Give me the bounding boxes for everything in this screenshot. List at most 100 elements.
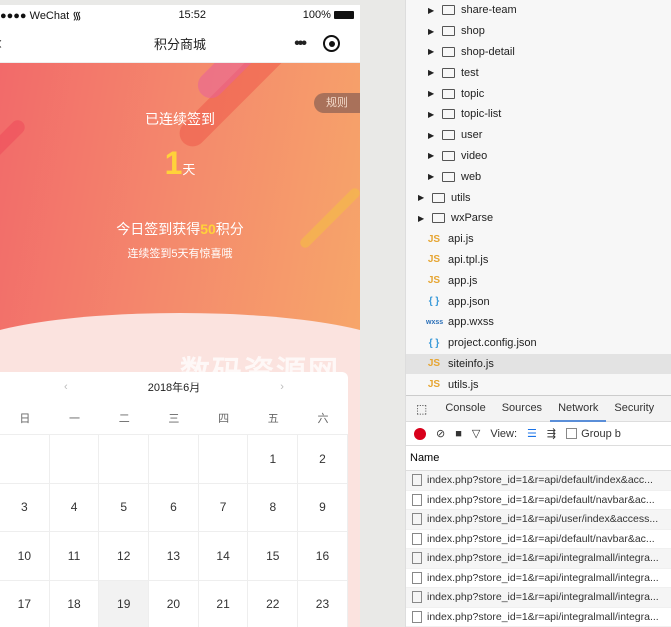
calendar-day[interactable]: 5 xyxy=(99,483,150,532)
tree-item-label: shop-detail xyxy=(461,45,515,58)
expand-arrow-icon[interactable]: ▶ xyxy=(418,214,426,223)
calendar-day[interactable]: 17 xyxy=(0,580,50,627)
expand-arrow-icon[interactable]: ▶ xyxy=(428,6,436,15)
calendar-day[interactable]: 6 xyxy=(149,483,199,532)
tree-item-label: app.wxss xyxy=(448,316,494,329)
inspect-icon[interactable]: ⬚ xyxy=(406,402,437,416)
tab-security[interactable]: Security xyxy=(606,395,662,422)
tree-item[interactable]: ▶ topic-list xyxy=(406,104,671,125)
tree-item[interactable]: JS app.js xyxy=(406,270,671,291)
request-row[interactable]: index.php?store_id=1&r=api/default/index… xyxy=(406,471,671,491)
calendar-day[interactable]: 3 xyxy=(0,483,50,532)
more-icon[interactable]: ••• xyxy=(294,35,307,53)
request-row[interactable]: index.php?store_id=1&r=api/user/index&ac… xyxy=(406,510,671,530)
request-row[interactable]: index.php?store_id=1&r=api/integralmall/… xyxy=(406,569,671,588)
tree-item-label: siteinfo.js xyxy=(448,357,494,370)
prev-month-icon[interactable]: ‹ xyxy=(64,381,68,393)
tree-item[interactable]: JS api.js xyxy=(406,229,671,250)
file-icon xyxy=(412,493,422,506)
calendar-day[interactable]: 14 xyxy=(198,532,249,581)
tree-item-label: topic-list xyxy=(461,108,502,121)
tree-item-label: project.config.json xyxy=(448,337,537,350)
calendar-day[interactable]: 13 xyxy=(149,532,199,581)
tree-item[interactable]: ▶ topic xyxy=(406,83,671,104)
expand-arrow-icon[interactable]: ▶ xyxy=(428,131,436,140)
tree-item[interactable]: ▶ test xyxy=(406,62,671,83)
expand-arrow-icon[interactable]: ▶ xyxy=(428,68,436,77)
tree-item[interactable]: ▶ shop-detail xyxy=(406,42,671,63)
calendar-day[interactable]: 8 xyxy=(248,483,299,532)
devtools-tabs: ⬚ Console Sources Network Security xyxy=(406,395,671,422)
calendar-day[interactable]: 11 xyxy=(49,532,100,581)
record-icon[interactable] xyxy=(414,427,426,440)
request-row[interactable]: index.php?store_id=1&r=api/default/navba… xyxy=(406,491,671,510)
calendar-day[interactable]: 22 xyxy=(248,580,299,627)
network-toolbar: ⊘ ■ ▽ View: ☰ ⇶ Group b xyxy=(406,422,671,446)
calendar-day[interactable]: 2 xyxy=(298,435,348,484)
calendar-day[interactable]: 20 xyxy=(149,580,199,627)
calendar-day xyxy=(149,435,199,484)
consecutive-days: 1天 xyxy=(164,145,196,181)
request-row[interactable]: index.php?store_id=1&r=api/integralmall/… xyxy=(406,608,671,627)
calendar-day[interactable]: 7 xyxy=(198,483,249,532)
calendar-day[interactable]: 19 xyxy=(99,580,150,627)
close-capsule-icon[interactable] xyxy=(323,35,340,52)
tab-network[interactable]: Network xyxy=(550,395,607,422)
calendar-day[interactable]: 21 xyxy=(199,580,249,627)
tree-item-label: app.js xyxy=(448,274,478,287)
calendar-day[interactable]: 9 xyxy=(298,483,348,532)
tree-item[interactable]: JS siteinfo.js xyxy=(406,353,671,375)
page-title: 积分商城 xyxy=(153,37,206,52)
back-icon[interactable]: ‹ xyxy=(0,33,2,54)
waterfall-icon[interactable]: ⇶ xyxy=(547,427,556,440)
tab-sources[interactable]: Sources xyxy=(494,395,550,422)
filter-icon[interactable]: ▽ xyxy=(472,427,480,440)
tree-item[interactable]: ▶ web xyxy=(406,166,671,187)
expand-arrow-icon[interactable]: ▶ xyxy=(428,47,436,56)
group-checkbox[interactable]: Group b xyxy=(566,428,621,440)
calendar-day[interactable]: 23 xyxy=(298,580,348,627)
tree-item[interactable]: JS utils.js xyxy=(406,374,671,395)
request-row[interactable]: index.php?store_id=1&r=api/integralmall/… xyxy=(406,588,671,608)
list-view-icon[interactable]: ☰ xyxy=(527,427,537,440)
expand-arrow-icon[interactable]: ▶ xyxy=(428,172,436,181)
tree-item[interactable]: ▶ user xyxy=(406,125,671,146)
tree-item-label: api.js xyxy=(448,233,474,246)
expand-arrow-icon[interactable]: ▶ xyxy=(418,193,426,202)
tree-item[interactable]: ▶ shop xyxy=(406,21,671,42)
tree-item-label: test xyxy=(461,66,479,79)
calendar-day[interactable]: 18 xyxy=(50,580,100,627)
expand-arrow-icon[interactable]: ▶ xyxy=(428,151,436,160)
calendar-day[interactable]: 16 xyxy=(298,532,348,581)
tree-item[interactable]: { } project.config.json xyxy=(406,333,671,354)
tree-item[interactable]: ▶ utils xyxy=(406,187,671,208)
tab-console[interactable]: Console xyxy=(437,395,493,422)
request-row[interactable]: index.php?store_id=1&r=api/default/navba… xyxy=(406,530,671,549)
tree-item[interactable]: wxss app.wxss xyxy=(406,312,671,333)
calendar-day[interactable]: 4 xyxy=(49,483,100,532)
tree-item[interactable]: ▶ share-team xyxy=(406,0,671,21)
tree-item[interactable]: ▶ video xyxy=(406,146,671,167)
wxss-file-icon: wxss xyxy=(426,318,444,326)
expand-arrow-icon[interactable]: ▶ xyxy=(428,110,436,119)
request-name: index.php?store_id=1&r=api/default/navba… xyxy=(427,493,655,506)
tree-item[interactable]: { } app.json xyxy=(406,291,671,312)
clear-icon[interactable]: ⊘ xyxy=(436,427,445,440)
request-name: index.php?store_id=1&r=api/integralmall/… xyxy=(427,571,659,584)
tree-item[interactable]: ▶ wxParse xyxy=(406,208,671,229)
tree-item[interactable]: JS api.tpl.js xyxy=(406,250,671,271)
camera-icon[interactable]: ■ xyxy=(455,428,462,440)
folder-icon xyxy=(442,88,455,99)
request-row[interactable]: index.php?store_id=1&r=api/integralmall/… xyxy=(406,549,671,569)
calendar-day[interactable]: 15 xyxy=(248,532,299,581)
weekday-label: 六 xyxy=(317,413,329,425)
folder-icon xyxy=(442,26,455,37)
wifi-icon: ᯾ xyxy=(72,9,82,22)
expand-arrow-icon[interactable]: ▶ xyxy=(428,89,436,98)
calendar-day[interactable]: 10 xyxy=(0,532,50,581)
request-name: index.php?store_id=1&r=api/default/index… xyxy=(427,474,653,487)
name-column-header[interactable]: Name xyxy=(406,446,671,471)
calendar-day[interactable]: 1 xyxy=(248,435,299,484)
calendar-day[interactable]: 12 xyxy=(99,532,150,581)
expand-arrow-icon[interactable]: ▶ xyxy=(428,27,436,36)
